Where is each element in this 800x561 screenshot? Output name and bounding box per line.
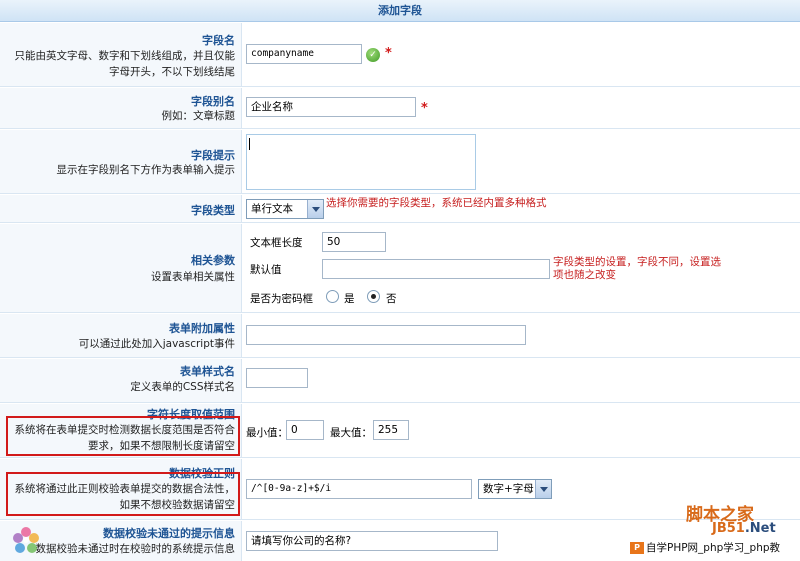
required-marker: * xyxy=(385,46,392,61)
field-attr-label: 表单附加属性 xyxy=(169,322,235,335)
field-alias-input[interactable]: 企业名称 xyxy=(246,97,416,117)
label-cell: 表单附加属性 可以通过此处加入javascript事件 xyxy=(0,314,242,357)
password-yes-radio[interactable] xyxy=(326,290,339,303)
chevron-down-icon[interactable] xyxy=(307,200,323,218)
field-type-label: 字段类型 xyxy=(191,204,235,217)
watermark-flower-logo xyxy=(13,527,39,553)
max-length-label: 最大值： xyxy=(330,427,372,439)
field-name-desc-2: 字母开头，不以下划线结尾 xyxy=(109,66,235,78)
check-icon: ✓ xyxy=(366,48,380,62)
highlight-box-length xyxy=(6,416,240,456)
label-cell: 表单样式名 定义表单的CSS样式名 xyxy=(0,359,242,402)
row-field-type: 字段类型 单行文本 选择你需要的字段类型，系统已经内置多种格式 xyxy=(0,195,800,223)
field-regex-input[interactable]: /^[0-9a-z]+$/i xyxy=(246,479,472,499)
password-no-radio[interactable] xyxy=(367,290,380,303)
field-error-label: 数据校验未通过的提示信息 xyxy=(103,527,235,540)
min-length-label: 最小值： xyxy=(246,427,288,439)
field-params-label: 相关参数 xyxy=(191,254,235,267)
max-length-input[interactable]: 255 xyxy=(373,420,409,440)
php-badge-icon: P xyxy=(630,542,644,554)
watermark-jb51-text: JB51 xyxy=(712,521,745,536)
required-marker: * xyxy=(421,101,428,116)
row-field-name: 字段名 只能由英文字母、数字和下划线组成，并且仅能 字母开头，不以下划线结尾 c… xyxy=(0,23,800,87)
field-type-selected: 单行文本 xyxy=(251,203,293,215)
watermark-dotnet-text: .Net xyxy=(744,521,776,536)
watermark-jb51-url: JB51.Net xyxy=(712,521,776,536)
row-field-attr: 表单附加属性 可以通过此处加入javascript事件 xyxy=(0,314,800,358)
field-css-label: 表单样式名 xyxy=(180,365,235,378)
row-field-alias: 字段别名 例如：文章标题 企业名称 * xyxy=(0,88,800,129)
field-alias-label: 字段别名 xyxy=(191,95,235,108)
params-hint-2: 项也随之改变 xyxy=(553,269,616,281)
field-tip-textarea[interactable] xyxy=(246,134,476,190)
field-error-input[interactable]: 请填写你公司的名称? xyxy=(246,531,498,551)
field-alias-desc: 例如：文章标题 xyxy=(161,110,236,122)
text-size-input[interactable]: 50 xyxy=(322,232,386,252)
label-cell: 字段类型 xyxy=(0,195,242,222)
label-cell: 字段别名 例如：文章标题 xyxy=(0,88,242,128)
field-regex-select[interactable]: 数字+字母 xyxy=(478,479,552,499)
highlight-box-regex xyxy=(6,472,240,516)
field-type-select[interactable]: 单行文本 xyxy=(246,199,324,219)
password-yes-label: 是 xyxy=(344,293,355,305)
row-field-css: 表单样式名 定义表单的CSS样式名 xyxy=(0,359,800,403)
field-type-hint: 选择你需要的字段类型，系统已经内置多种格式 xyxy=(326,197,547,209)
text-caret xyxy=(249,138,250,150)
field-error-desc: 数据校验未通过时在校验时的系统提示信息 xyxy=(35,543,236,555)
form-title: 添加字段 xyxy=(378,4,422,17)
chevron-down-icon[interactable] xyxy=(535,480,551,498)
field-css-input[interactable] xyxy=(246,368,308,388)
label-cell: 相关参数 设置表单相关属性 xyxy=(0,224,242,312)
label-cell: 字段提示 显示在字段别名下方作为表单输入提示 xyxy=(0,130,242,193)
field-css-desc: 定义表单的CSS样式名 xyxy=(130,381,235,393)
field-name-desc-1: 只能由英文字母、数字和下划线组成，并且仅能 xyxy=(14,50,236,62)
field-params-desc: 设置表单相关属性 xyxy=(151,271,235,283)
field-name-input[interactable]: companyname xyxy=(246,44,362,64)
default-value-label: 默认值 xyxy=(250,264,282,276)
password-no-label: 否 xyxy=(386,293,397,305)
field-name-label: 字段名 xyxy=(202,34,235,47)
field-tip-label: 字段提示 xyxy=(191,149,235,162)
min-length-input[interactable]: 0 xyxy=(286,420,324,440)
watermark-php-text: 自学PHP网_php学习_php教 xyxy=(646,542,781,554)
form-title-bar: 添加字段 xyxy=(0,0,800,22)
params-hint-1: 字段类型的设置，字段不同，设置选 xyxy=(553,256,721,268)
field-tip-desc: 显示在字段别名下方作为表单输入提示 xyxy=(56,164,236,176)
field-regex-selected: 数字+字母 xyxy=(483,483,534,495)
default-value-input[interactable] xyxy=(322,259,550,279)
row-field-tip: 字段提示 显示在字段别名下方作为表单输入提示 xyxy=(0,130,800,194)
password-label: 是否为密码框 xyxy=(250,293,313,305)
text-size-label: 文本框长度 xyxy=(250,237,303,249)
row-field-params: 相关参数 设置表单相关属性 文本框长度 50 默认值 字段类型的设置，字段不同，… xyxy=(0,224,800,313)
field-attr-desc: 可以通过此处加入javascript事件 xyxy=(78,338,235,350)
label-cell: 字段名 只能由英文字母、数字和下划线组成，并且仅能 字母开头，不以下划线结尾 xyxy=(0,23,242,86)
field-attr-input[interactable] xyxy=(246,325,526,345)
watermark-php-site: P 自学PHP网_php学习_php教 xyxy=(630,540,781,555)
